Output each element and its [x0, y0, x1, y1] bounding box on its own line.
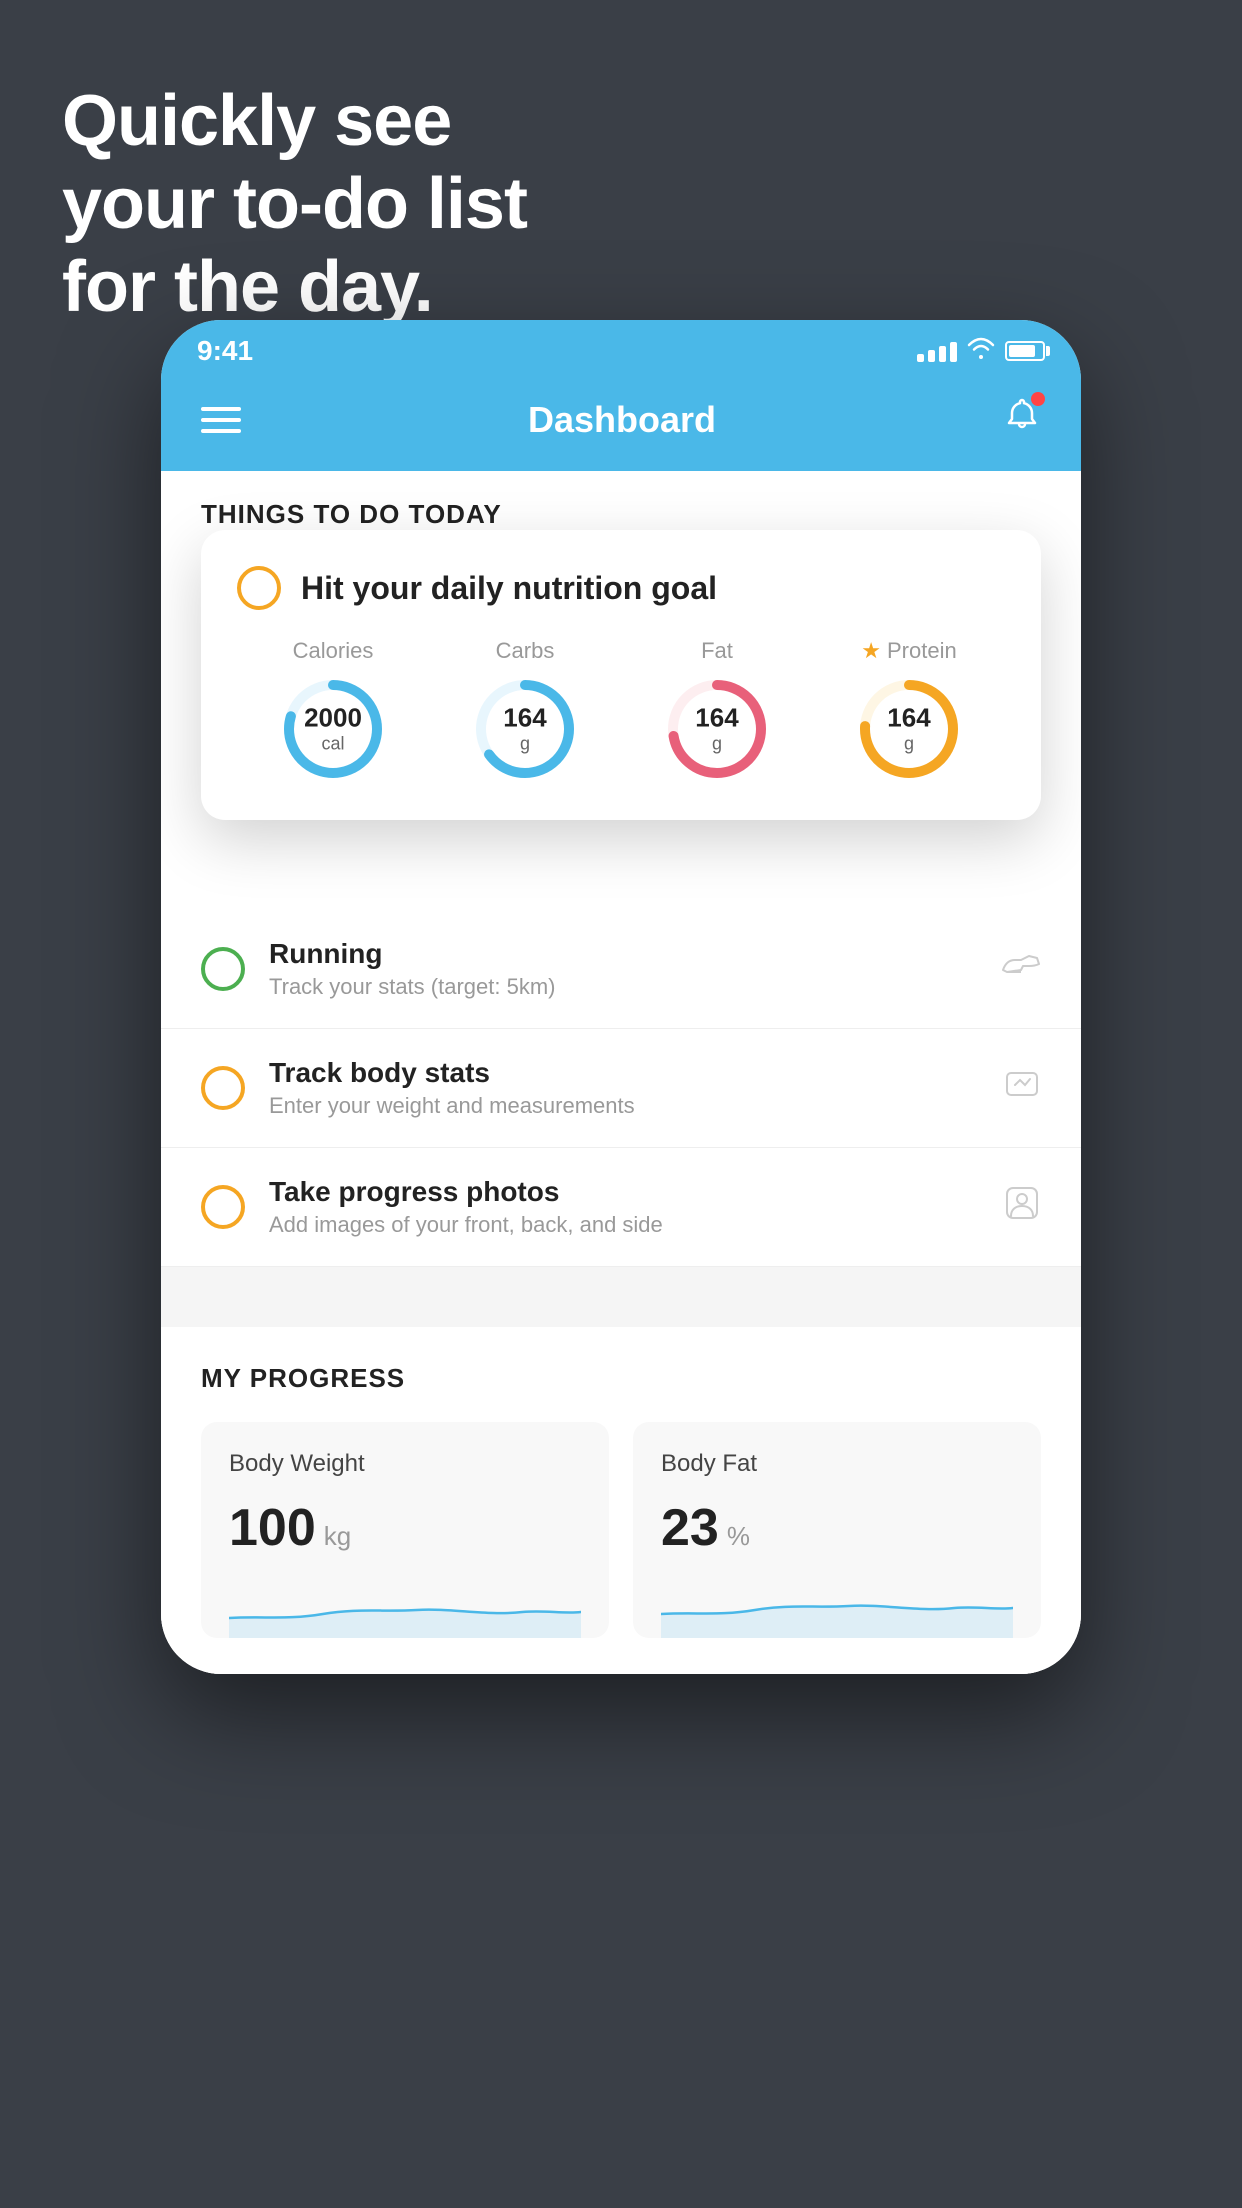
body-stats-title: Track body stats — [269, 1057, 979, 1089]
status-bar: 9:41 — [161, 320, 1081, 376]
body-fat-chart — [661, 1578, 1013, 1638]
body-weight-unit: kg — [324, 1521, 351, 1552]
running-circle — [201, 947, 245, 991]
carbs-unit: g — [503, 734, 546, 756]
phone-shell: 9:41 — [161, 320, 1081, 1674]
nutrition-carbs: Carbs 164 g — [470, 638, 580, 784]
protein-ring: 164 g — [854, 674, 964, 784]
app-header: Dashboard — [161, 376, 1081, 471]
nutrition-status-circle — [237, 566, 281, 610]
body-stats-text: Track body stats Enter your weight and m… — [269, 1057, 979, 1119]
todo-item-body-stats[interactable]: Track body stats Enter your weight and m… — [161, 1029, 1081, 1148]
progress-photos-subtitle: Add images of your front, back, and side — [269, 1212, 979, 1238]
header-title: Dashboard — [528, 399, 716, 441]
battery-icon — [1005, 341, 1045, 361]
body-fat-value-row: 23 % — [661, 1498, 1013, 1558]
carbs-value: 164 — [503, 703, 546, 734]
shoe-icon — [1001, 950, 1041, 988]
progress-section: MY PROGRESS Body Weight 100 kg — [161, 1327, 1081, 1674]
protein-label: ★ Protein — [861, 638, 956, 664]
body-fat-value: 23 — [661, 1498, 719, 1558]
body-weight-title: Body Weight — [229, 1450, 581, 1478]
calories-value: 2000 — [304, 703, 362, 734]
body-weight-value-row: 100 kg — [229, 1498, 581, 1558]
todo-item-running[interactable]: Running Track your stats (target: 5km) — [161, 910, 1081, 1029]
hero-heading: Quickly see your to-do list for the day. — [62, 80, 527, 328]
body-fat-title: Body Fat — [661, 1450, 1013, 1478]
notification-bell[interactable] — [1003, 396, 1041, 443]
body-weight-value: 100 — [229, 1498, 316, 1558]
progress-photos-text: Take progress photos Add images of your … — [269, 1176, 979, 1238]
progress-photos-circle — [201, 1185, 245, 1229]
scale-icon — [1003, 1065, 1041, 1111]
signal-icon — [917, 340, 957, 362]
section-gap — [161, 1267, 1081, 1327]
fat-ring: 164 g — [662, 674, 772, 784]
progress-photos-title: Take progress photos — [269, 1176, 979, 1208]
nutrition-protein: ★ Protein 164 g — [854, 638, 964, 784]
running-subtitle: Track your stats (target: 5km) — [269, 974, 977, 1000]
todo-list: Running Track your stats (target: 5km) — [161, 910, 1081, 1267]
calories-unit: cal — [304, 734, 362, 756]
body-stats-subtitle: Enter your weight and measurements — [269, 1093, 979, 1119]
star-icon: ★ — [861, 638, 881, 664]
nutrition-card-title: Hit your daily nutrition goal — [301, 570, 717, 607]
protein-unit: g — [887, 734, 930, 756]
running-title: Running — [269, 938, 977, 970]
fat-value: 164 — [695, 703, 738, 734]
app-content: THINGS TO DO TODAY Hit your daily nutrit… — [161, 471, 1081, 1674]
progress-card-weight[interactable]: Body Weight 100 kg — [201, 1422, 609, 1638]
protein-value: 164 — [887, 703, 930, 734]
fat-label: Fat — [701, 638, 733, 664]
calories-label: Calories — [293, 638, 374, 664]
body-weight-chart — [229, 1578, 581, 1638]
body-fat-unit: % — [727, 1521, 750, 1552]
calories-ring: 2000 cal — [278, 674, 388, 784]
notification-dot — [1031, 392, 1045, 406]
nutrition-stats-row: Calories 2000 cal — [237, 638, 1005, 784]
phone-mockup: 9:41 — [161, 320, 1081, 1674]
progress-cards: Body Weight 100 kg — [201, 1422, 1041, 1638]
wifi-icon — [967, 337, 995, 365]
carbs-label: Carbs — [496, 638, 555, 664]
carbs-ring: 164 g — [470, 674, 580, 784]
things-today-title: THINGS TO DO TODAY — [201, 499, 502, 529]
status-icons — [917, 337, 1045, 365]
person-icon — [1003, 1184, 1041, 1230]
running-text: Running Track your stats (target: 5km) — [269, 938, 977, 1000]
nutrition-fat: Fat 164 g — [662, 638, 772, 784]
body-stats-circle — [201, 1066, 245, 1110]
nutrition-calories: Calories 2000 cal — [278, 638, 388, 784]
progress-title: MY PROGRESS — [201, 1363, 1041, 1394]
todo-item-progress-photos[interactable]: Take progress photos Add images of your … — [161, 1148, 1081, 1267]
fat-unit: g — [695, 734, 738, 756]
status-time: 9:41 — [197, 335, 253, 367]
progress-card-fat[interactable]: Body Fat 23 % — [633, 1422, 1041, 1638]
nutrition-card: Hit your daily nutrition goal Calories — [201, 530, 1041, 820]
hamburger-menu[interactable] — [201, 407, 241, 433]
